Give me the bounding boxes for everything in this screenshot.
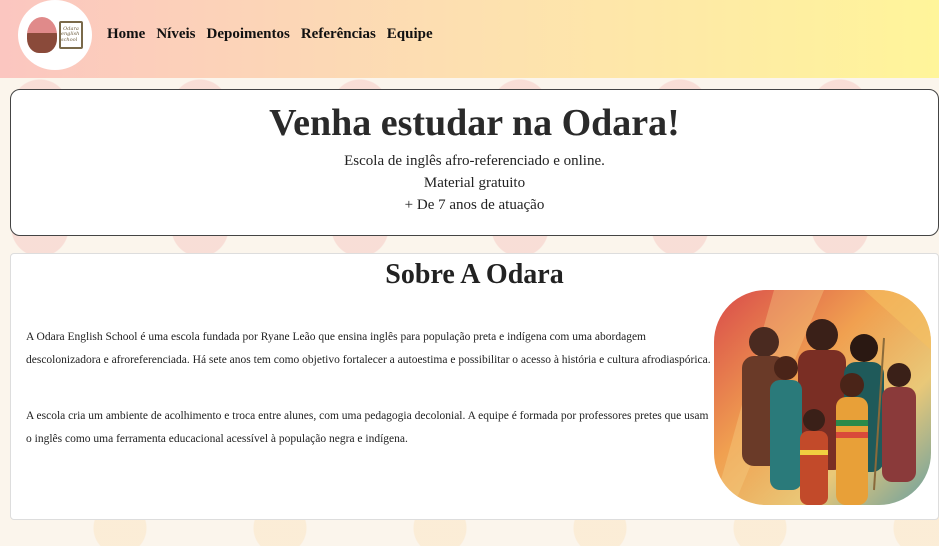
logo[interactable]: Odara english school	[18, 0, 92, 70]
hero-line-3: + De 7 anos de atuação	[404, 197, 545, 213]
nav-niveis[interactable]: Níveis	[156, 26, 195, 43]
logo-box: Odara english school	[59, 21, 83, 49]
hero-card: Venha estudar na Odara! Escola de inglês…	[10, 89, 939, 236]
nav-equipe[interactable]: Equipe	[387, 26, 433, 43]
hero-line-1: Escola de inglês afro-referenciado e onl…	[344, 153, 605, 169]
nav-referencias[interactable]: Referências	[301, 26, 376, 43]
logo-text-bottom: english school	[61, 31, 80, 43]
site-header: Odara english school Home Níveis Depoime…	[0, 0, 939, 78]
nav-home[interactable]: Home	[107, 26, 145, 43]
main-nav: Home Níveis Depoimentos Referências Equi…	[107, 26, 433, 43]
community-illustration	[714, 290, 931, 505]
about-title: Sobre A Odara	[385, 259, 564, 290]
about-paragraph-1: A Odara English School é uma escola fund…	[26, 331, 711, 366]
about-paragraph-2: A escola cria um ambiente de acolhimento…	[26, 410, 709, 445]
hero-line-2: Material gratuito	[423, 175, 526, 191]
logo-figure-icon	[27, 17, 57, 53]
people-illustration-icon	[714, 290, 931, 505]
nav-depoimentos[interactable]: Depoimentos	[207, 26, 290, 43]
about-text: A Odara English School é uma escola fund…	[26, 326, 716, 450]
hero-title: Venha estudar na Odara!	[269, 102, 680, 144]
about-section: Sobre A Odara A Odara English School é u…	[10, 253, 939, 520]
